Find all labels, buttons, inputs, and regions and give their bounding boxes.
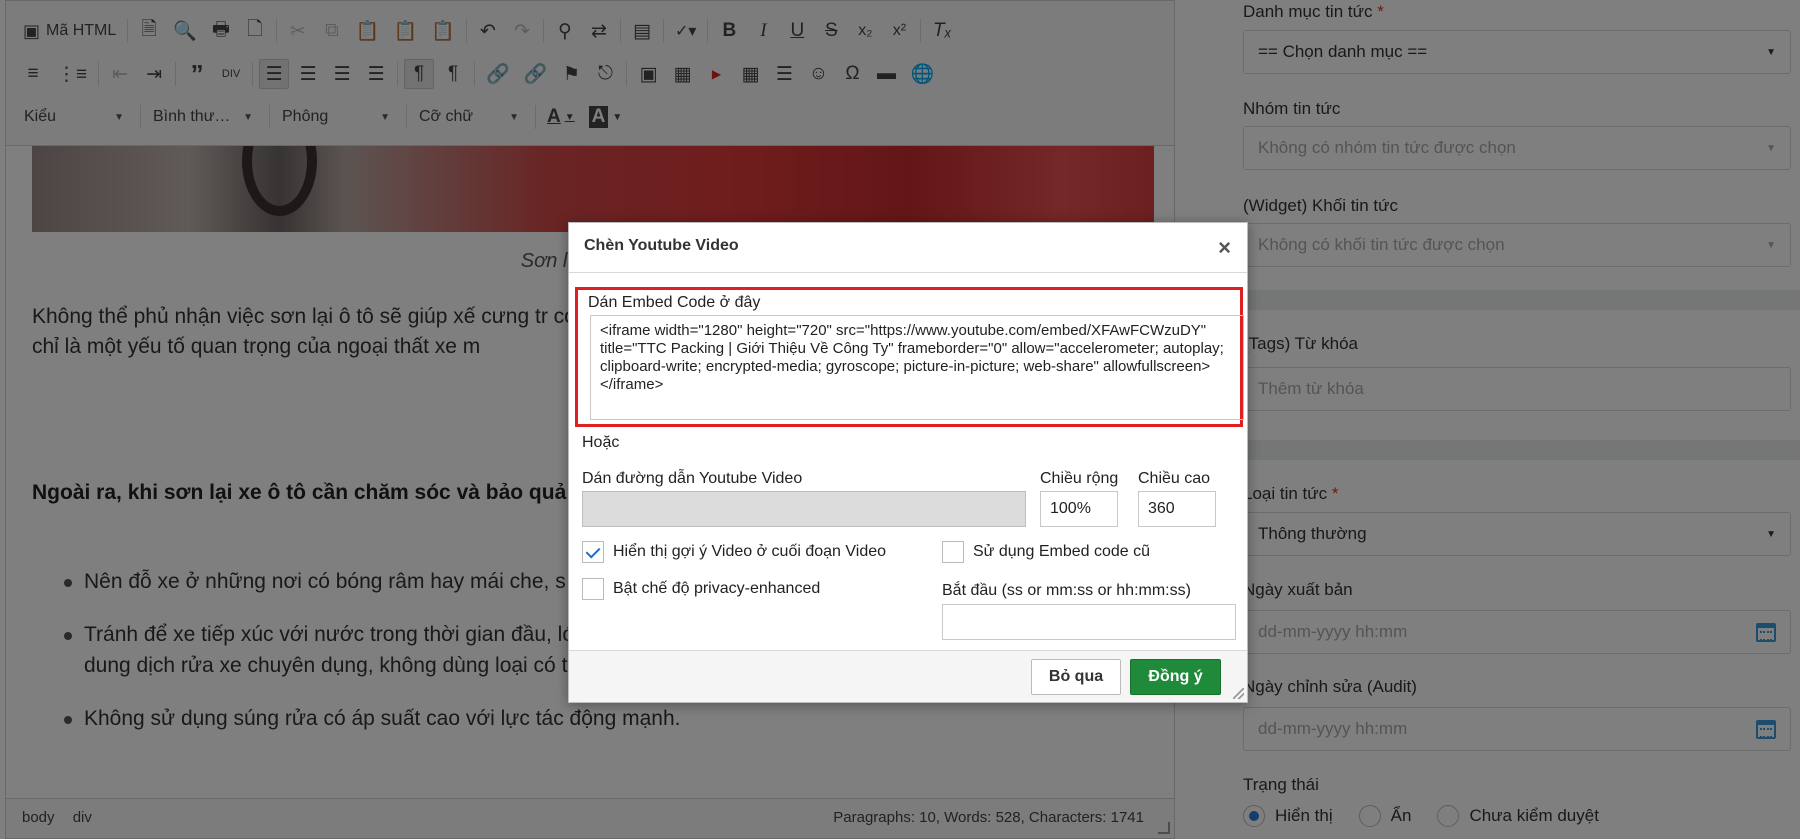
or-label: Hoặc	[582, 434, 620, 451]
start-time-input[interactable]	[942, 604, 1236, 640]
youtube-dialog: Chèn Youtube Video × Dán Embed Code ở đâ…	[568, 222, 1248, 703]
ok-button[interactable]: Đồng ý	[1130, 659, 1221, 695]
dialog-resize-handle[interactable]	[1233, 688, 1244, 699]
height-label: Chiều cao	[1138, 470, 1211, 487]
embed-code-label: Dán Embed Code ở đây	[588, 294, 761, 311]
privacy-label: Bật chế độ privacy-enhanced	[613, 580, 821, 597]
dialog-title-text: Chèn Youtube Video	[584, 237, 739, 254]
show-related-label: Hiển thị gợi ý Video ở cuối đoạn Video	[613, 543, 887, 560]
show-related-checkbox[interactable]	[582, 541, 604, 563]
embed-code-highlight: Dán Embed Code ở đây <iframe width="1280…	[575, 287, 1244, 427]
youtube-url-label: Dán đường dẫn Youtube Video	[582, 470, 803, 487]
width-input[interactable]: 100%	[1040, 491, 1118, 527]
youtube-url-input[interactable]	[582, 491, 1026, 527]
embed-code-textarea[interactable]: <iframe width="1280" height="720" src="h…	[590, 315, 1244, 420]
width-label: Chiều rộng	[1040, 470, 1119, 487]
start-time-label: Bắt đầu (ss or mm:ss or hh:mm:ss)	[942, 582, 1191, 599]
old-embed-label: Sử dụng Embed code cũ	[973, 543, 1151, 560]
dialog-footer: Bỏ qua Đồng ý	[569, 650, 1247, 702]
old-embed-checkbox[interactable]	[942, 541, 964, 563]
close-icon[interactable]: ×	[1218, 235, 1231, 261]
dialog-title: Chèn Youtube Video	[569, 223, 1247, 273]
privacy-checkbox[interactable]	[582, 578, 604, 600]
cancel-button[interactable]: Bỏ qua	[1031, 659, 1121, 695]
height-input[interactable]: 360	[1138, 491, 1216, 527]
